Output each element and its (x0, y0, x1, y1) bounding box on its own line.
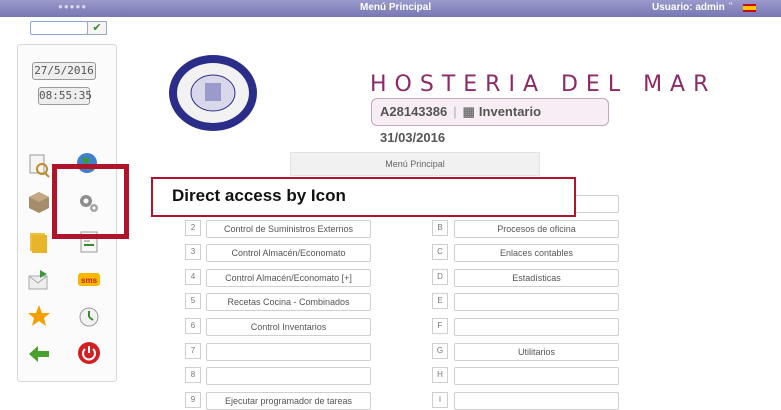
folder-icon[interactable] (26, 228, 52, 254)
left-menu-button[interactable]: Control de Suministros Externos (206, 219, 371, 238)
title-bar: ●●●●● Menú Principal Usuario: admin " (0, 0, 781, 17)
user-separator: " (729, 1, 733, 11)
left-menu-button[interactable]: Control Almacén/Economato [+] (206, 268, 371, 287)
window-dots: ●●●●● (58, 2, 88, 11)
sms-icon[interactable]: sms (76, 267, 102, 293)
icon-highlight-box (52, 164, 129, 239)
left-menu-button[interactable]: Ejecutar programador de tareas (206, 391, 371, 410)
document-search-icon[interactable] (26, 152, 52, 178)
company-code: A28143386 (380, 104, 448, 119)
clock-history-icon[interactable] (76, 304, 102, 330)
right-menu-button[interactable] (454, 293, 619, 312)
spain-flag-icon[interactable] (743, 4, 756, 12)
favorites-star-icon[interactable] (26, 303, 52, 329)
right-menu-key: G (432, 342, 448, 359)
user-label: Usuario: admin (652, 2, 725, 13)
right-menu-button[interactable] (454, 391, 619, 410)
time-display: 08:55:35 (38, 87, 92, 105)
right-menu-key: E (432, 293, 448, 310)
right-menu-button[interactable]: Enlaces contables (454, 244, 619, 263)
left-menu-key: 7 (185, 342, 201, 359)
info-separator: | (453, 104, 457, 119)
annotation-text: Direct access by Icon (172, 186, 346, 205)
left-menu-key: 8 (185, 367, 201, 384)
brand-name: HOSTERIA DEL MAR (370, 72, 717, 97)
menu-header: Menú Principal (290, 152, 540, 176)
back-arrow-icon[interactable] (26, 341, 52, 367)
company-info-box: A28143386 | ▦ Inventario 31/03/2016 (371, 98, 609, 145)
left-menu-button[interactable] (206, 367, 371, 386)
right-menu-key: D (432, 268, 448, 285)
left-menu-key: 3 (185, 244, 201, 261)
right-menu-button[interactable]: Utilitarios (454, 342, 619, 361)
right-menu-button[interactable]: Estadísticas (454, 268, 619, 287)
left-menu-key: 2 (185, 219, 201, 236)
confirm-check-button[interactable]: ✔ (87, 21, 107, 35)
svg-text:sms: sms (81, 276, 98, 285)
date-display: 27/5/2016 (32, 62, 96, 80)
left-menu-key: 6 (185, 318, 201, 334)
right-menu-key: B (432, 219, 448, 236)
power-icon[interactable] (76, 340, 102, 366)
window-title: Menú Principal (360, 2, 432, 13)
right-menu-key: C (432, 244, 448, 261)
left-menu-key: 5 (185, 293, 201, 310)
quick-input[interactable] (30, 21, 88, 35)
box-icon[interactable] (26, 189, 52, 215)
left-menu-key: 9 (185, 391, 201, 408)
right-menu-key: I (432, 391, 448, 408)
mail-send-icon[interactable] (26, 266, 52, 292)
left-menu-button[interactable]: Recetas Cocina - Combinados (206, 293, 371, 312)
right-menu-button[interactable] (454, 367, 619, 386)
right-menu-key: F (432, 318, 448, 334)
left-menu-key: 4 (185, 268, 201, 285)
right-menu-key: H (432, 367, 448, 384)
calendar-icon: ▦ (462, 104, 475, 119)
left-menu-button[interactable] (206, 342, 371, 361)
left-menu-button[interactable]: Control Inventarios (206, 318, 371, 336)
hotel-seal-logo (167, 53, 259, 133)
right-menu-button[interactable] (454, 318, 619, 336)
right-menu-button[interactable]: Procesos de oficina (454, 219, 619, 238)
left-menu-button[interactable]: Control Almacén/Economato (206, 244, 371, 263)
